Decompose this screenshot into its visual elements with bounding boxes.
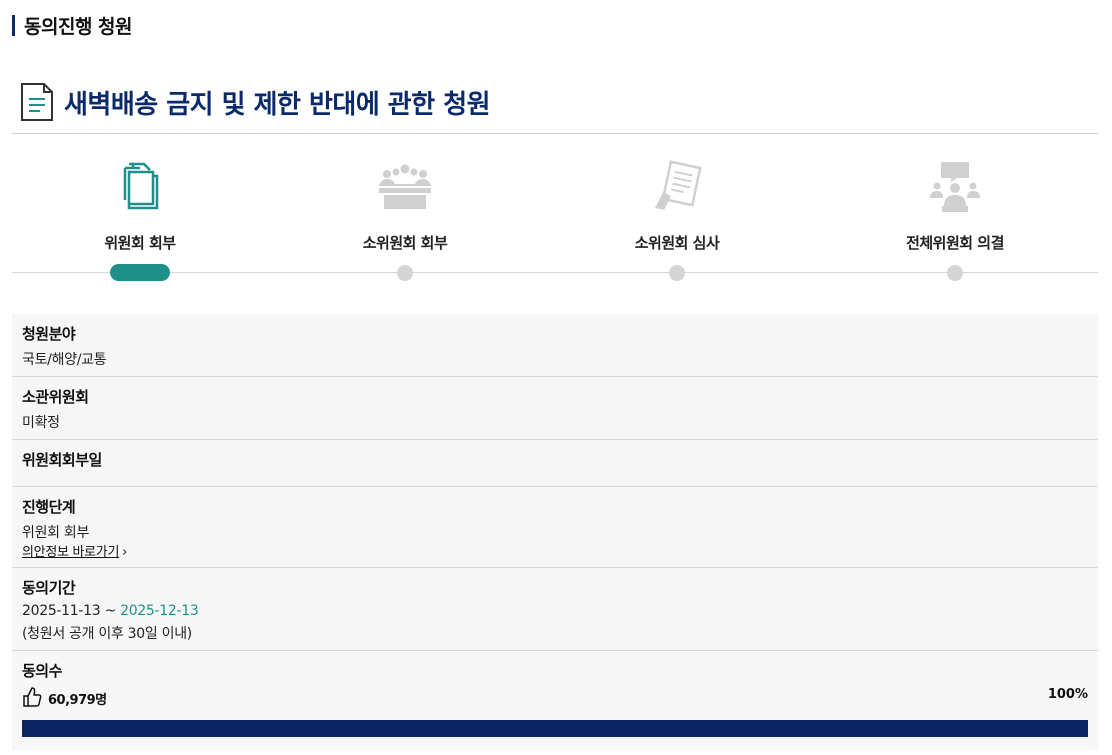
step-label: 전체위원회 의결: [906, 234, 1004, 252]
committee-label: 소관위원회: [22, 388, 89, 406]
review-document-icon: [655, 160, 702, 210]
period-note: (청원서 공개 이후 30일 이내): [22, 626, 192, 642]
step-indicator-active: [110, 264, 170, 281]
info-row-field: 청원분야 국토/해양/교통: [12, 314, 1098, 377]
stage-label: 진행단계: [22, 498, 76, 516]
step-committee-referral: 위원회 회부: [20, 134, 260, 284]
info-row-period: 동의기간 2025-11-13 ~ 2025-12-13 (청원서 공개 이후 …: [12, 568, 1098, 651]
referral-date-label: 위원회회부일: [22, 451, 102, 469]
bill-info-link-text: 의안정보 바로가기: [22, 545, 120, 560]
period-label: 동의기간: [22, 579, 76, 597]
step-indicator: [947, 265, 963, 281]
section-header-text: 동의진행 청원: [24, 15, 133, 38]
consent-count-group: 60,979명: [22, 686, 107, 708]
consent-count: 60,979명: [48, 693, 107, 708]
step-subcommittee-referral: 소위원회 회부: [285, 134, 525, 284]
presentation-icon: [930, 162, 980, 212]
consent-progress-fill: [22, 720, 1088, 737]
chevron-right-icon: ›: [122, 545, 128, 560]
period-dates: 2025-11-13 ~ 2025-12-13: [22, 603, 199, 619]
period-separator: ~: [100, 603, 121, 619]
step-full-committee-resolution: 전체위원회 의결: [835, 134, 1075, 284]
section-header: 동의진행 청원: [12, 13, 133, 38]
step-indicator: [669, 265, 685, 281]
step-indicator: [397, 265, 413, 281]
documents-icon: [123, 162, 159, 210]
step-label: 위원회 회부: [104, 234, 176, 252]
petition-title: 새벽배송 금지 및 제한 반대에 관한 청원: [64, 90, 491, 120]
field-value: 국토/해양/교통: [22, 352, 107, 368]
section-header-bar: [12, 14, 15, 36]
petition-title-row: 새벽배송 금지 및 제한 반대에 관한 청원: [12, 80, 1098, 134]
bill-info-link[interactable]: 의안정보 바로가기 ›: [22, 541, 127, 560]
info-row-stage: 진행단계 위원회 회부 의안정보 바로가기 ›: [12, 487, 1098, 568]
step-subcommittee-review: 소위원회 심사: [557, 134, 797, 284]
stage-value: 위원회 회부: [22, 525, 90, 541]
info-row-referral-date: 위원회회부일: [12, 440, 1098, 487]
info-row-committee: 소관위원회 미확정: [12, 377, 1098, 440]
consent-percent: 100%: [1047, 687, 1088, 702]
consent-progress-bar: [22, 720, 1088, 737]
field-label: 청원분야: [22, 325, 76, 343]
period-start: 2025-11-13: [22, 603, 101, 619]
document-icon: [21, 83, 53, 121]
consent-label: 동의수: [22, 662, 62, 680]
step-label: 소위원회 회부: [362, 234, 448, 252]
petition-info-table: 청원분야 국토/해양/교통 소관위원회 미확정 위원회회부일 진행단계 위원회 …: [12, 314, 1098, 750]
step-label: 소위원회 심사: [634, 234, 720, 252]
meeting-icon: [379, 164, 431, 209]
thumbs-up-icon: [23, 687, 42, 707]
period-end: 2025-12-13: [120, 603, 199, 619]
progress-steps: 위원회 회부 소위원회 회부 소위원회 심사 전체위원회 의결: [12, 134, 1098, 284]
committee-value: 미확정: [22, 415, 60, 431]
